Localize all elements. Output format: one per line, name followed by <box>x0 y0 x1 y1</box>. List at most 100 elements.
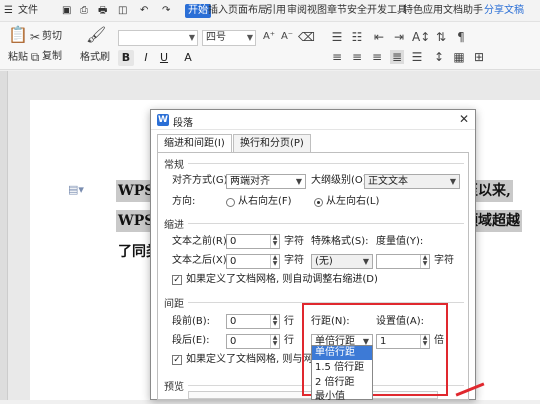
decrease-font-icon[interactable]: A⁻ <box>280 30 294 44</box>
tab-reference[interactable]: 引用 <box>266 4 286 18</box>
after-text-spinner[interactable]: 0 ▲ ▼ <box>226 254 280 269</box>
space-before-spinner[interactable]: 0 ▲ ▼ <box>226 314 280 329</box>
option-single[interactable]: 单倍行距 <box>312 346 372 360</box>
menu-icon[interactable]: ☰ <box>4 4 13 18</box>
tab-view[interactable]: 视图 <box>307 4 327 18</box>
undo-icon[interactable]: ↶ <box>140 4 148 18</box>
space-before-unit[interactable]: 行 <box>284 315 294 329</box>
format-painter-icon[interactable]: 🖌 <box>86 27 106 43</box>
tab-insert[interactable]: 插入 <box>208 4 228 18</box>
ltr-radio[interactable] <box>314 198 323 207</box>
underline-button[interactable]: U <box>156 50 172 66</box>
line-spacing-dropdown: 单倍行距 1.5 倍行距 2 倍行距 最小值 <box>311 345 373 402</box>
rtl-label[interactable]: 从右向左(F) <box>238 195 292 209</box>
font-color-button[interactable]: A <box>180 50 196 66</box>
after-text-unit[interactable]: 字符 <box>284 254 304 268</box>
tab-doc-assistant[interactable]: 文档助手 <box>443 4 483 18</box>
section-indent: 缩进 <box>164 220 184 231</box>
option-at-least[interactable]: 最小值 <box>312 390 372 404</box>
outdent-icon[interactable]: ⇤ <box>372 30 386 44</box>
print-icon[interactable]: 🖶 <box>98 4 107 18</box>
print-preview-icon[interactable]: ⎙ <box>80 4 88 18</box>
shading-icon[interactable]: ▦ <box>452 50 466 64</box>
align-right-icon[interactable]: ≡ <box>370 50 384 64</box>
copy-button[interactable]: 复制 <box>42 51 62 63</box>
tab-developer[interactable]: 开发工具 <box>367 4 407 18</box>
share-button[interactable]: 分享文稿 <box>484 4 524 18</box>
option-double[interactable]: 2 倍行距 <box>312 376 372 390</box>
ribbon-toolbar: 📋 粘贴 ✂ 剪切 ⧉ 复制 🖌 格式刷 ▼ 四号 ▼ A⁺ A⁻ ⌫ B I U… <box>0 22 540 70</box>
measure-label: 度量值(Y): <box>376 236 424 247</box>
divider <box>188 163 464 164</box>
sort-icon[interactable]: ⇅ <box>434 30 448 44</box>
divider <box>188 223 464 224</box>
before-text-unit[interactable]: 字符 <box>284 235 304 249</box>
redo-icon[interactable]: ↷ <box>162 4 170 18</box>
measure-unit[interactable]: 字符 <box>434 254 454 268</box>
menu-bar: ☰ 文件 ▣ ⎙ 🖶 ◫ ↶ ↷ 开始 插入 页面布局 引用 审阅 视图 章节 … <box>0 0 540 22</box>
special-format-label: 特殊格式(S): <box>311 236 369 247</box>
show-marks-icon[interactable]: ¶ <box>454 30 468 44</box>
font-name-select[interactable]: ▼ <box>118 30 198 46</box>
clear-format-icon[interactable]: ⌫ <box>298 30 315 44</box>
space-before-label: 段前(B): <box>172 316 211 327</box>
wps-logo-icon: W <box>157 114 169 126</box>
section-preview: 预览 <box>164 382 184 393</box>
tab-section[interactable]: 章节 <box>327 4 347 18</box>
font-size-select[interactable]: 四号 ▼ <box>202 30 256 46</box>
rtl-radio[interactable] <box>226 198 235 207</box>
bold-button[interactable]: B <box>118 50 134 66</box>
tab-line-page-break[interactable]: 换行和分页(P) <box>233 134 311 152</box>
scissors-icon[interactable]: ✂ <box>30 30 40 44</box>
save-icon[interactable]: ▣ <box>62 4 71 18</box>
dialog-title: 段落 <box>173 118 193 129</box>
file-menu[interactable]: 文件 <box>18 4 38 18</box>
justify-icon[interactable]: ≣ <box>390 50 404 64</box>
measure-spinner[interactable]: ▲ ▼ <box>376 254 430 269</box>
outline-level-select[interactable]: 正文文本 ▼ <box>364 174 460 189</box>
preview-icon[interactable]: ◫ <box>118 4 127 18</box>
space-after-spinner[interactable]: 0 ▲ ▼ <box>226 334 280 349</box>
section-spacing: 间距 <box>164 299 184 310</box>
vertical-ruler <box>0 71 8 400</box>
paste-label[interactable]: 粘贴 <box>8 52 28 64</box>
grid-align-checkbox[interactable]: ✓ <box>172 355 182 365</box>
indent-icon[interactable]: ⇥ <box>392 30 406 44</box>
tab-review[interactable]: 审阅 <box>287 4 307 18</box>
after-text-label: 文本之后(X): <box>172 255 231 266</box>
increase-font-icon[interactable]: A⁺ <box>262 30 276 44</box>
chinese-layout-icon[interactable]: A↕ <box>412 30 430 44</box>
section-general: 常规 <box>164 160 184 171</box>
tab-special-apps[interactable]: 特色应用 <box>403 4 443 18</box>
dialog-titlebar[interactable]: W 段落 ✕ <box>151 110 475 130</box>
special-format-select[interactable]: (无) ▼ <box>311 254 373 269</box>
paragraph-icon[interactable]: ▤▾ <box>68 183 84 196</box>
ltr-label[interactable]: 从左向右(L) <box>326 195 379 209</box>
close-icon[interactable]: ✕ <box>459 112 469 126</box>
italic-button[interactable]: I <box>138 50 154 66</box>
bullet-list-icon[interactable]: ☰ <box>330 30 344 44</box>
copy-icon[interactable]: ⧉ <box>30 50 40 64</box>
tab-indent-spacing[interactable]: 缩进和间距(I) <box>157 134 232 153</box>
line-spacing-icon[interactable]: ↕ <box>432 50 446 64</box>
option-1-5[interactable]: 1.5 倍行距 <box>312 361 372 375</box>
align-center-icon[interactable]: ≡ <box>350 50 364 64</box>
outline-level-label: 大纲级别(O): <box>311 175 371 186</box>
direction-label: 方向: <box>172 196 196 207</box>
grid-indent-checkbox[interactable]: ✓ <box>172 275 182 285</box>
numbered-list-icon[interactable]: ☷ <box>350 30 364 44</box>
align-left-icon[interactable]: ≡ <box>330 50 344 64</box>
alignment-label: 对齐方式(G): <box>172 175 231 186</box>
paste-icon[interactable]: 📋 <box>8 27 28 43</box>
grid-indent-label[interactable]: 如果定义了文档网格, 则自动调整右缩进(D) <box>186 273 378 287</box>
tab-page-layout[interactable]: 页面布局 <box>228 4 268 18</box>
space-after-label: 段后(E): <box>172 335 210 346</box>
border-icon[interactable]: ⊞ <box>472 50 486 64</box>
before-text-spinner[interactable]: 0 ▲ ▼ <box>226 234 280 249</box>
alignment-select[interactable]: 两端对齐 ▼ <box>226 174 306 189</box>
distributed-icon[interactable]: ☰ <box>410 50 424 64</box>
tab-security[interactable]: 安全 <box>347 4 367 18</box>
space-after-unit[interactable]: 行 <box>284 334 294 348</box>
format-painter-button[interactable]: 格式刷 <box>80 52 110 64</box>
cut-button[interactable]: 剪切 <box>42 31 62 43</box>
